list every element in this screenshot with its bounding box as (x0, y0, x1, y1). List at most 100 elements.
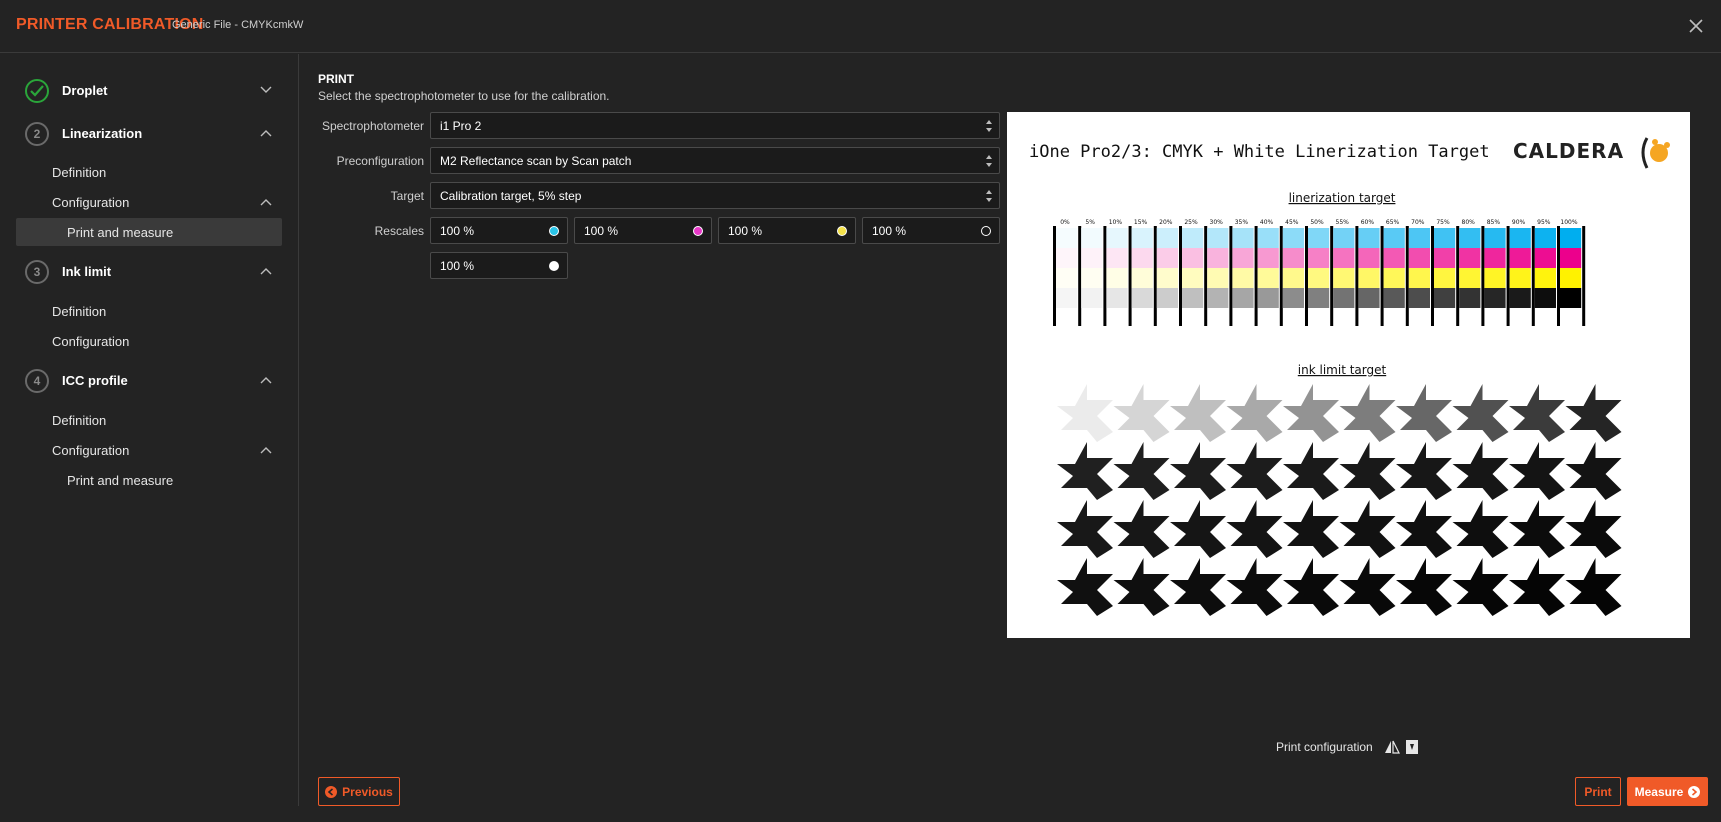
ink-limit-patch (1509, 384, 1565, 442)
patch-yellow (1081, 268, 1103, 288)
ink-limit-patch (1396, 442, 1452, 500)
ink-limit-patch (1452, 558, 1509, 616)
rescale-black-input[interactable]: 100 % (862, 217, 1000, 244)
patch-yellow (1106, 268, 1128, 288)
percent-label: 60% (1361, 219, 1375, 226)
patch-cyan (1131, 228, 1153, 248)
ink-limit-patch (1509, 558, 1565, 616)
sidebar-item-label: Definition (52, 165, 107, 180)
patch-gray (1333, 288, 1355, 308)
patch-magenta (1232, 248, 1254, 268)
close-icon[interactable] (1685, 15, 1707, 37)
sidebar-step-droplet[interactable]: Droplet (0, 73, 299, 109)
patch-magenta (1560, 248, 1582, 268)
ink-limit-patch (1509, 442, 1565, 500)
chevron-up-icon[interactable] (259, 266, 273, 276)
ink-limit-patch (1339, 442, 1396, 500)
patch-cyan (1383, 228, 1405, 248)
sidebar-item-definition[interactable]: Definition (16, 406, 282, 434)
patch-gray (1081, 288, 1103, 308)
previous-button[interactable]: Previous (318, 777, 400, 806)
target-select[interactable]: Calibration target, 5% step (430, 182, 1000, 209)
preconfiguration-select[interactable]: M2 Reflectance scan by Scan patch (430, 147, 1000, 174)
yellow-ink-dot-icon (837, 226, 847, 236)
ink-limit-patch (1396, 558, 1452, 616)
chevron-up-icon[interactable] (259, 197, 273, 207)
patch-gray (1282, 288, 1304, 308)
white-ink-dot-icon (549, 261, 559, 271)
rescale-magenta-input[interactable]: 100 % (574, 217, 712, 244)
ink-limit-patch (1452, 500, 1509, 558)
sidebar-item-configuration[interactable]: Configuration (16, 327, 282, 355)
print-configuration-label: Print configuration (1276, 740, 1373, 754)
orientation-icon[interactable] (1404, 739, 1420, 755)
sidebar-item-print-and-measure[interactable]: Print and measure (16, 218, 282, 246)
patch-divider (1582, 226, 1586, 326)
patch-yellow (1056, 268, 1078, 288)
chevron-up-icon[interactable] (259, 128, 273, 138)
patch-gray (1207, 288, 1229, 308)
ink-limit-patch (1226, 558, 1283, 616)
chevron-up-icon[interactable] (259, 445, 273, 455)
patch-yellow (1257, 268, 1279, 288)
patch-magenta (1484, 248, 1506, 268)
patch-cyan (1408, 228, 1430, 248)
patch-divider (1229, 226, 1233, 326)
ink-limit-patch (1057, 500, 1113, 558)
patch-magenta (1081, 248, 1103, 268)
ink-limit-patch (1170, 442, 1226, 500)
patch-yellow (1408, 268, 1430, 288)
ink-limit-patch (1057, 442, 1113, 500)
rescale-white-input[interactable]: 100 % (430, 252, 568, 279)
mirror-icon[interactable] (1384, 739, 1400, 755)
patch-gray (1156, 288, 1178, 308)
preview-title: iOne Pro2/3: CMYK + White Linerization T… (1029, 142, 1490, 162)
patch-yellow (1131, 268, 1153, 288)
sidebar-item-label: Configuration (52, 443, 130, 458)
ink-limit-patch (1396, 384, 1452, 442)
section-description: Select the spectrophotometer to use for … (318, 89, 610, 103)
patch-cyan (1282, 228, 1304, 248)
patch-yellow (1207, 268, 1229, 288)
patch-divider (1330, 226, 1334, 326)
sidebar-step-linearization[interactable]: 2 Linearization (0, 116, 299, 152)
title-bar: PRINTER CALIBRATION Generic File - CMYKc… (0, 0, 1721, 53)
patch-magenta (1358, 248, 1380, 268)
rescale-cyan-input[interactable]: 100 % (430, 217, 568, 244)
ink-limit-patch (1113, 442, 1170, 500)
patch-divider (1128, 226, 1132, 326)
sidebar-item-definition[interactable]: Definition (16, 297, 282, 325)
spectrophotometer-label: Spectrophotometer (321, 119, 424, 133)
spectrophotometer-select[interactable]: i1 Pro 2 (430, 112, 1000, 139)
sidebar-item-label: Definition (52, 304, 107, 319)
sidebar-item-print-and-measure[interactable]: Print and measure (16, 466, 282, 494)
measure-button[interactable]: Measure (1627, 777, 1708, 806)
sidebar-step-icc-profile[interactable]: 4 ICC profile (0, 363, 299, 399)
rescale-yellow-input[interactable]: 100 % (718, 217, 856, 244)
select-value: M2 Reflectance scan by Scan patch (440, 154, 632, 168)
percent-label: 80% (1462, 219, 1476, 226)
patch-cyan (1333, 228, 1355, 248)
sidebar-step-ink-limit[interactable]: 3 Ink limit (0, 254, 299, 290)
percent-label: 35% (1235, 219, 1249, 226)
sidebar-item-definition[interactable]: Definition (16, 158, 282, 186)
main-panel: PRINT Select the spectrophotometer to us… (300, 54, 1721, 822)
percent-label: 45% (1285, 219, 1299, 226)
ink-limit-patch (1565, 558, 1622, 616)
section-title: PRINT (318, 72, 354, 86)
rescale-value: 100 % (728, 224, 763, 238)
chevron-down-icon[interactable] (259, 85, 273, 95)
patch-magenta (1383, 248, 1405, 268)
sidebar-item-configuration[interactable]: Configuration (16, 436, 282, 464)
patch-yellow (1560, 268, 1582, 288)
patch-cyan (1434, 228, 1456, 248)
sidebar-item-configuration[interactable]: Configuration (16, 188, 282, 216)
step-label: ICC profile (62, 373, 128, 388)
patch-yellow (1434, 268, 1456, 288)
print-button[interactable]: Print (1575, 777, 1621, 806)
chevron-up-icon[interactable] (259, 375, 273, 385)
ink-limit-patch (1452, 442, 1509, 500)
select-arrows-icon (986, 190, 992, 202)
ink-limit-patch (1170, 558, 1226, 616)
app-subtitle: Generic File - CMYKcmkW (172, 19, 304, 31)
